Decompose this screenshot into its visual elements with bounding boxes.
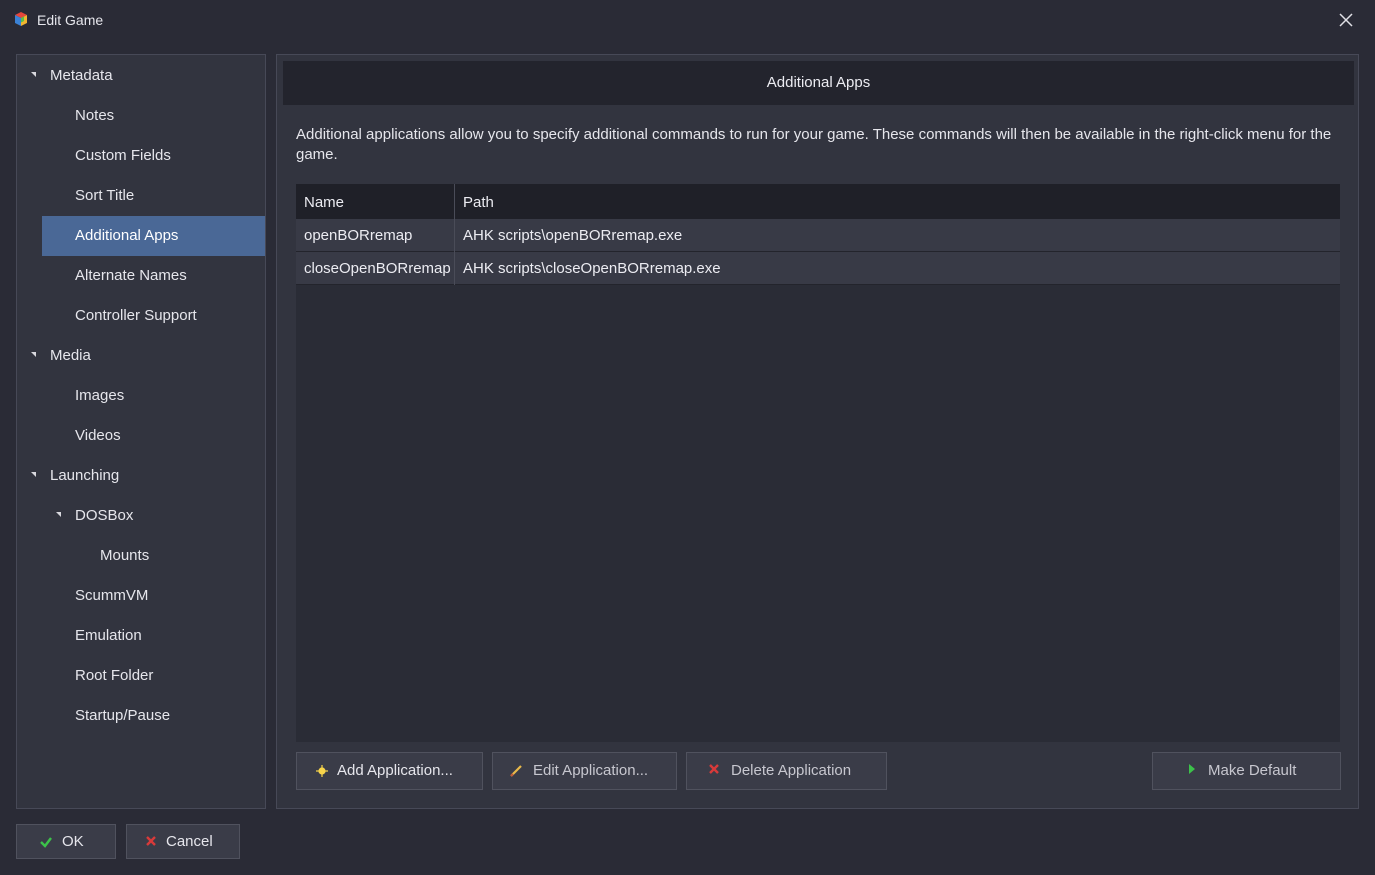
button-label: Edit Application... [533, 762, 649, 779]
sidebar-item-label: Launching [50, 467, 120, 484]
red-x-icon [146, 836, 156, 846]
sidebar-item-dosbox[interactable]: DOSBox [42, 496, 265, 536]
expanded-triangle-icon[interactable] [31, 72, 36, 77]
button-label: Make Default [1208, 762, 1297, 779]
sidebar-item-custom-fields[interactable]: Custom Fields [42, 136, 265, 176]
sidebar-item-label: Alternate Names [75, 267, 187, 284]
sidebar-item-sort-title[interactable]: Sort Title [42, 176, 265, 216]
sidebar-item-label: Metadata [50, 67, 113, 84]
cell-name: openBORremap [304, 227, 413, 244]
button-label: Delete Application [731, 762, 852, 779]
sidebar-item-mounts[interactable]: Mounts [67, 536, 265, 576]
sidebar-item-images[interactable]: Images [42, 376, 265, 416]
pencil-icon [510, 765, 522, 777]
red-x-icon [709, 764, 719, 774]
sidebar-item-label: Root Folder [75, 667, 154, 684]
sidebar-item-media[interactable]: Media [17, 336, 265, 376]
sidebar-tree: Metadata Notes Custom Fields Sort Title … [16, 54, 266, 809]
green-arrow-icon [1189, 764, 1195, 774]
sidebar-item-notes[interactable]: Notes [42, 96, 265, 136]
close-icon [1339, 13, 1353, 27]
delete-application-button[interactable]: Delete Application [686, 752, 887, 790]
window-title: Edit Game [37, 12, 104, 28]
sidebar-item-label: Images [75, 387, 125, 404]
cancel-button[interactable]: Cancel [126, 824, 240, 859]
sidebar-item-emulation[interactable]: Emulation [42, 616, 265, 656]
sidebar-item-metadata[interactable]: Metadata [17, 56, 265, 96]
sidebar-item-label: Controller Support [75, 307, 197, 324]
sidebar-item-label: Notes [75, 107, 115, 124]
ok-button[interactable]: OK [16, 824, 116, 859]
expanded-triangle-icon[interactable] [31, 352, 36, 357]
app-icon [15, 12, 27, 26]
add-application-button[interactable]: Add Application... [296, 752, 483, 790]
column-header-path[interactable]: Path [455, 184, 1340, 219]
additional-apps-table: Name Path openBORremap AHK scripts\openB… [296, 184, 1340, 742]
sidebar-item-label: Videos [75, 427, 121, 444]
cell-path: AHK scripts\openBORremap.exe [463, 227, 683, 244]
sidebar-item-scummvm[interactable]: ScummVM [42, 576, 265, 616]
table-row[interactable]: closeOpenBORremap AHK scripts\closeOpenB… [296, 252, 1340, 285]
sidebar-item-label: ScummVM [75, 587, 149, 604]
title-bar: Edit Game [0, 0, 1375, 40]
sidebar-item-label: Media [50, 347, 91, 364]
sidebar-item-label: Additional Apps [75, 227, 179, 244]
sidebar-item-additional-apps[interactable]: Additional Apps [42, 216, 265, 256]
add-star-icon [316, 765, 328, 777]
sidebar-item-root-folder[interactable]: Root Folder [42, 656, 265, 696]
expanded-triangle-icon[interactable] [31, 472, 36, 477]
sidebar-item-label: Sort Title [75, 187, 135, 204]
sidebar-item-launching[interactable]: Launching [17, 456, 265, 496]
panel-title: Additional Apps [283, 61, 1354, 105]
close-button[interactable] [1334, 8, 1358, 32]
sidebar-item-controller-support[interactable]: Controller Support [42, 296, 265, 336]
sidebar-item-alternate-names[interactable]: Alternate Names [42, 256, 265, 296]
column-header-name[interactable]: Name [296, 184, 454, 219]
edit-application-button[interactable]: Edit Application... [492, 752, 677, 790]
button-label: Add Application... [337, 762, 453, 779]
sidebar-item-label: Mounts [100, 547, 150, 564]
expanded-triangle-icon[interactable] [56, 512, 61, 517]
table-row[interactable]: openBORremap AHK scripts\openBORremap.ex… [296, 219, 1340, 252]
button-label: OK [62, 833, 84, 850]
cell-path: AHK scripts\closeOpenBORremap.exe [463, 260, 721, 277]
sidebar-item-label: Custom Fields [75, 147, 171, 164]
cell-name: closeOpenBORremap [304, 260, 451, 277]
sidebar-item-label: Startup/Pause [75, 707, 171, 724]
sidebar-item-label: DOSBox [75, 507, 134, 524]
sidebar-item-label: Emulation [75, 627, 142, 644]
sidebar-item-startup-pause[interactable]: Startup/Pause [42, 696, 265, 736]
additional-apps-panel: Additional Apps Additional applications … [276, 54, 1359, 809]
table-header: Name Path [296, 184, 1340, 219]
button-label: Cancel [166, 833, 213, 850]
edit-game-window: Edit Game Metadata Notes Custom Fields S… [0, 0, 1375, 875]
sidebar-item-videos[interactable]: Videos [42, 416, 265, 456]
panel-description: Additional applications allow you to spe… [296, 126, 1332, 163]
make-default-button[interactable]: Make Default [1152, 752, 1341, 790]
check-icon [40, 837, 52, 848]
